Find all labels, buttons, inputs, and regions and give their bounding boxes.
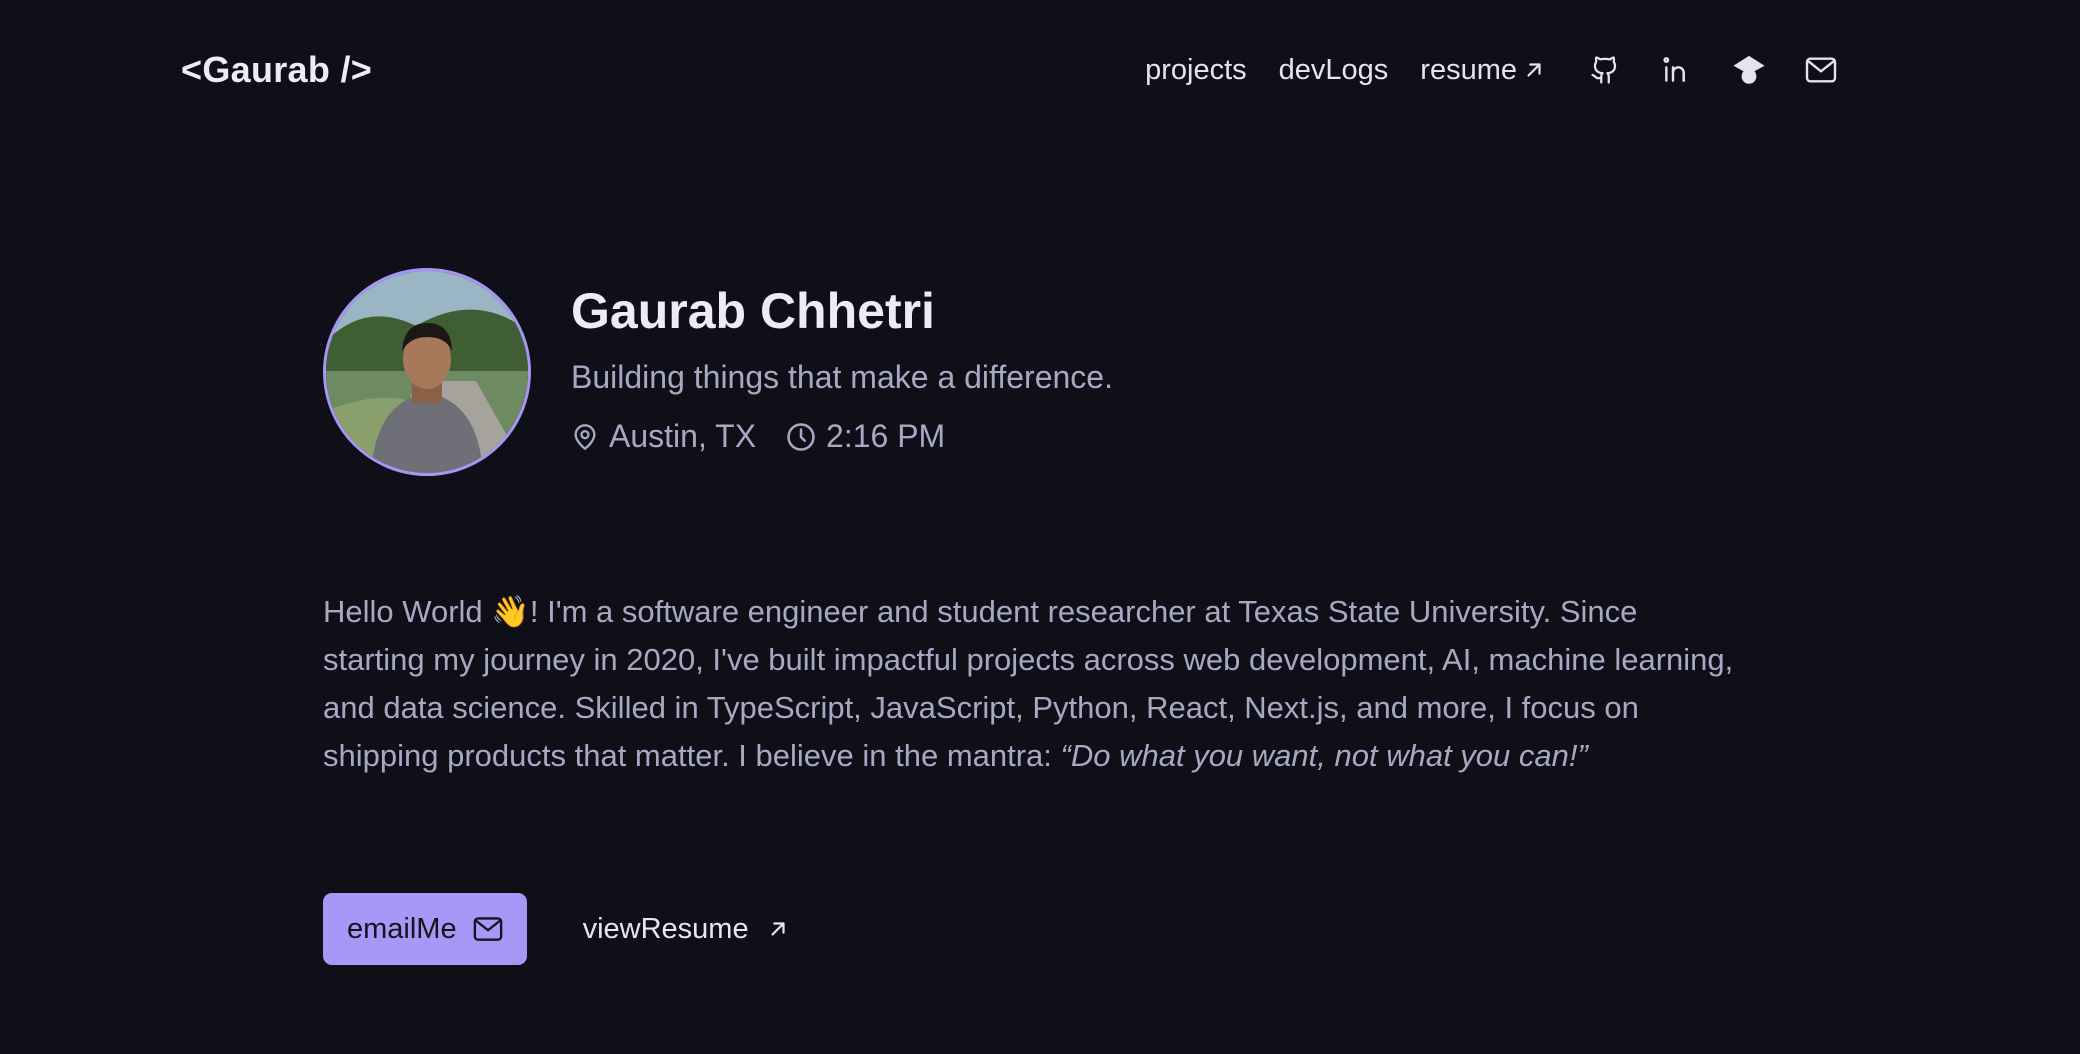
github-link[interactable] — [1585, 50, 1625, 90]
clock-icon — [787, 422, 815, 451]
map-pin-icon — [574, 423, 596, 450]
site-logo[interactable]: <Gaurab /> — [181, 49, 372, 91]
time-text: 2:16 PM — [826, 418, 946, 454]
location-text: Austin, TX — [609, 418, 757, 454]
view-resume-label: viewResume — [582, 912, 749, 945]
profile-name: Gaurab Chhetri — [571, 283, 935, 339]
location: Austin, TX — [571, 418, 756, 455]
view-resume-button[interactable]: viewResume — [559, 893, 813, 965]
nav-link-devlogs[interactable]: devLogs — [1279, 54, 1389, 87]
avatar-photo — [326, 271, 528, 473]
main-nav: projects devLogs resume — [1145, 50, 1841, 90]
linkedin-link[interactable] — [1657, 50, 1697, 90]
profile-section: Gaurab Chhetri Building things that make… — [323, 268, 1113, 476]
profile-meta: Austin, TX 2:16 PM — [571, 418, 1113, 455]
mail-icon — [1805, 57, 1837, 83]
nav-resume-label: resume — [1420, 53, 1517, 86]
action-buttons: emailMe viewResume — [323, 893, 813, 965]
arrow-up-right-icon — [770, 922, 785, 936]
bio-quote: “Do what you want, not what you can!” — [1060, 738, 1588, 773]
arrow-up-right-icon — [1527, 63, 1541, 77]
profile-tagline: Building things that make a difference. — [571, 359, 1113, 395]
site-header: <Gaurab /> projects devLogs resume — [181, 44, 1841, 96]
scholar-link[interactable] — [1729, 50, 1769, 90]
avatar — [323, 268, 531, 476]
local-time: 2:16 PM — [786, 418, 945, 455]
nav-projects-label: projects — [1145, 53, 1247, 86]
email-me-button[interactable]: emailMe — [323, 893, 527, 965]
page: <Gaurab /> projects devLogs resume Gaura… — [0, 0, 2080, 1054]
graduation-cap-icon — [1733, 55, 1765, 84]
email-link[interactable] — [1801, 50, 1841, 90]
nav-devlogs-label: devLogs — [1278, 53, 1389, 86]
profile-info: Gaurab Chhetri Building things that make… — [571, 268, 1113, 455]
email-me-label: emailMe — [347, 912, 457, 945]
nav-link-resume[interactable]: resume — [1420, 54, 1545, 87]
nav-link-projects[interactable]: projects — [1145, 54, 1247, 87]
linkedin-icon — [1663, 57, 1685, 82]
bio-paragraph: Hello World 👋! I'm a software engineer a… — [323, 588, 1743, 780]
github-icon — [1591, 56, 1617, 84]
mail-icon — [473, 917, 502, 941]
